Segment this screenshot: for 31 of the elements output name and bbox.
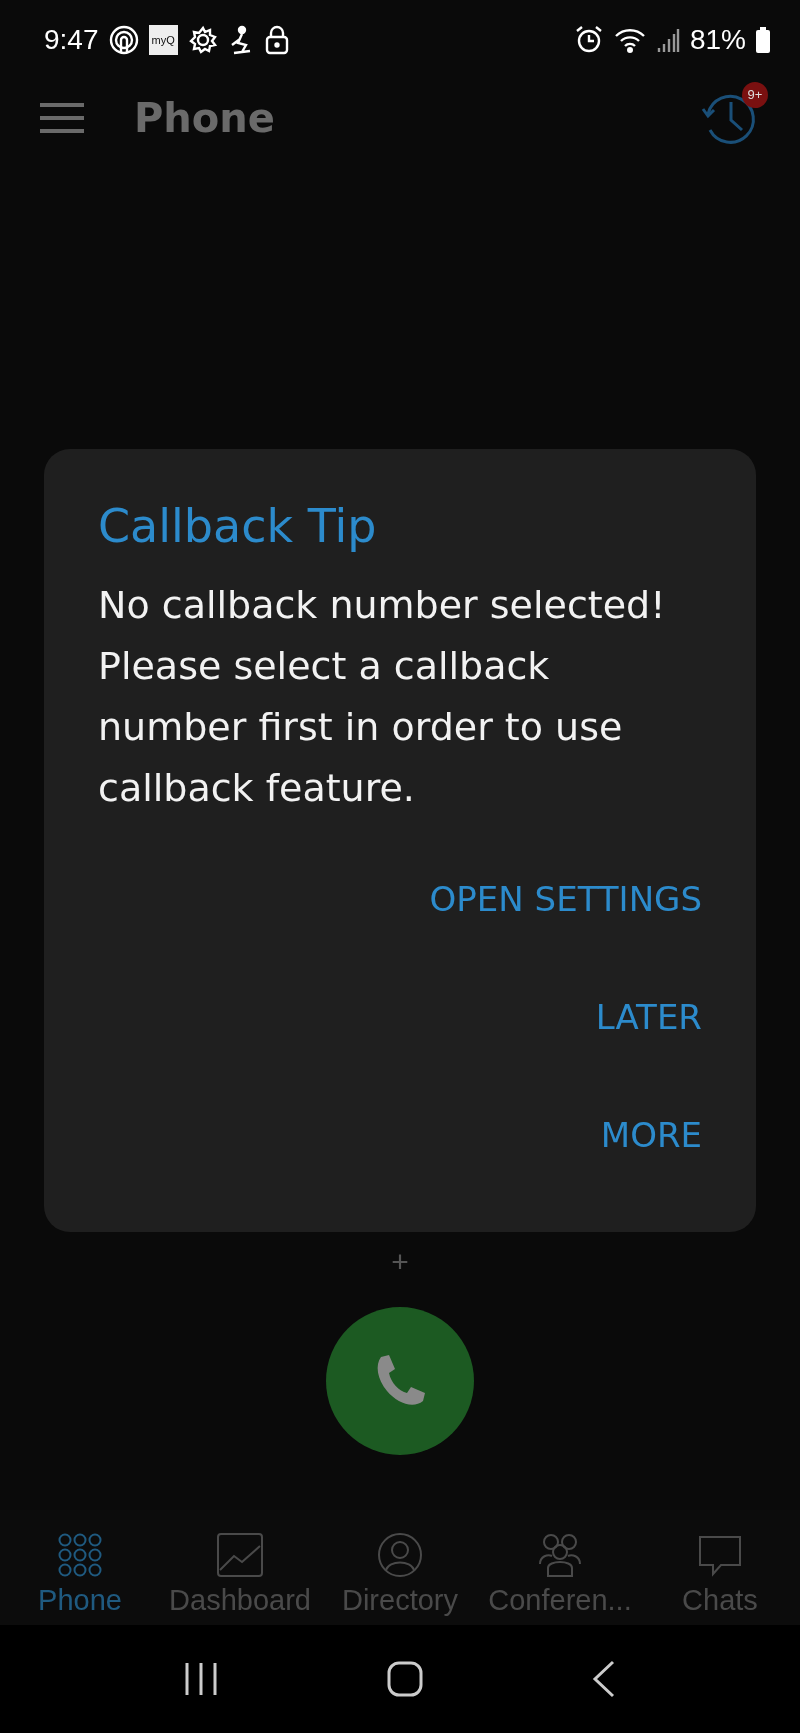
dialog-title: Callback Tip [98, 499, 378, 553]
wifi-icon [613, 27, 646, 53]
recent-apps-icon[interactable] [184, 1661, 219, 1697]
dialog-message: No callback number selected! Please select a callback number first in order to use callback feature. [98, 582, 667, 812]
settings-icon [187, 25, 218, 55]
dialog-action[interactable]: MORE [600, 1107, 702, 1163]
nav-tab[interactable]: Dashboard [160, 1510, 320, 1625]
battery-icon [756, 27, 770, 53]
screen-title: Phone [134, 94, 276, 141]
nav-tab[interactable]: Chats [640, 1510, 800, 1625]
back-icon[interactable] [591, 1660, 616, 1698]
nav-tab[interactable]: Conferen... [480, 1510, 640, 1625]
clock-time: 9:47 [44, 24, 99, 56]
notification-badge: 9+ [742, 81, 768, 108]
keypad-key[interactable]: + [391, 1245, 409, 1279]
nav-tab[interactable]: Phone [0, 1510, 160, 1625]
dialog-action[interactable]: OPEN SETTINGS [429, 871, 702, 927]
dialog-action[interactable]: LATER [595, 989, 702, 1045]
menu-icon[interactable] [40, 102, 84, 133]
lock-icon [263, 25, 290, 55]
nav-tab[interactable]: Directory [320, 1510, 480, 1625]
chart-icon [216, 1532, 264, 1578]
keypad-icon [57, 1532, 103, 1578]
fingerprint-rings-icon [108, 25, 139, 55]
group-icon [536, 1532, 584, 1578]
person-icon [377, 1532, 423, 1578]
signal-icon [655, 26, 680, 54]
chat-icon [697, 1534, 743, 1578]
battery-percentage: 81% [689, 24, 746, 56]
home-icon[interactable] [387, 1661, 423, 1697]
app-logo: myQ [148, 25, 178, 55]
